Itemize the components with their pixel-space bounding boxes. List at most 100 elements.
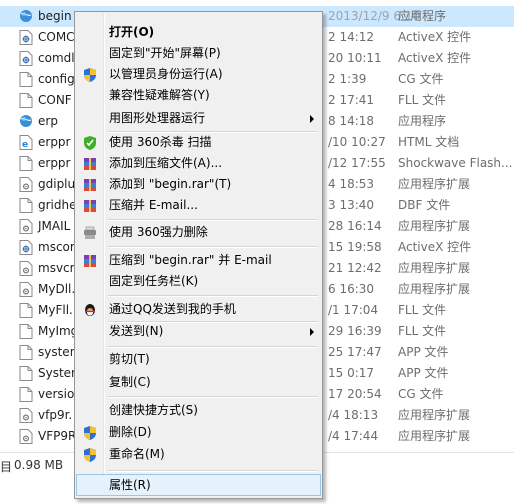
menu-item-compress-email[interactable]: 压缩并 E-mail... <box>77 195 320 216</box>
activex-file-icon <box>19 30 33 45</box>
uac-shield-icon <box>82 425 98 441</box>
menu-item-pin-start[interactable]: 固定到"开始"屏幕(P) <box>77 43 320 64</box>
menu-item-run-as-admin[interactable]: 以管理员身份运行(A) <box>77 64 320 85</box>
menu-item-label: 用图形处理器运行 <box>109 111 206 125</box>
ie-html-icon: e <box>19 135 33 150</box>
dll-file-icon <box>19 408 33 423</box>
menu-item-delete[interactable]: 删除(D) <box>77 422 320 443</box>
menu-item-rename[interactable]: 重命名(M) <box>77 444 320 465</box>
file-icon <box>19 93 33 108</box>
file-type: 应用程序扩展 <box>398 282 471 296</box>
file-name: MyImg <box>38 324 79 338</box>
file-type: ActiveX 控件 <box>398 51 472 65</box>
file-icon <box>19 345 33 360</box>
file-type: CG 文件 <box>398 72 444 86</box>
menu-separator <box>108 396 318 398</box>
file-icon <box>19 387 33 402</box>
menu-separator <box>108 346 318 348</box>
uac-shield-icon <box>82 67 98 83</box>
submenu-arrow-icon <box>310 115 314 123</box>
activex-file-icon <box>19 51 33 66</box>
menu-item-label: 压缩并 E-mail... <box>109 198 198 212</box>
file-date: 2 1:39 <box>328 72 367 86</box>
file-name: CONF <box>38 93 72 107</box>
menu-item-label: 固定到任务栏(K) <box>109 274 199 288</box>
status-left-text: 目 <box>0 460 13 474</box>
file-name: JMAIL <box>38 219 71 233</box>
globe-icon <box>19 114 33 129</box>
file-date: 17 20:54 <box>328 387 382 401</box>
file-name: msvcr <box>38 261 75 275</box>
file-type: ActiveX 控件 <box>398 30 472 44</box>
qq-penguin-icon <box>82 302 98 318</box>
file-name: versio <box>38 387 75 401</box>
file-name: erp <box>38 114 58 128</box>
menu-item-troubleshoot[interactable]: 兼容性疑难解答(Y) <box>77 85 320 106</box>
winrar-icon <box>82 156 98 172</box>
menu-item-open[interactable]: 打开(O) <box>77 22 320 43</box>
file-name: gdiplu <box>38 177 76 191</box>
menu-item-label: 创建快捷方式(S) <box>109 403 198 417</box>
menu-item-send-qq[interactable]: 通过QQ发送到我的手机 <box>77 299 320 320</box>
file-type: 应用程序 <box>398 9 447 23</box>
dll-file-icon <box>19 261 33 276</box>
activex-file-icon <box>19 240 33 255</box>
winrar-icon <box>82 253 98 269</box>
file-type: Shockwave Flash... <box>398 156 513 170</box>
file-type: HTML 文档 <box>398 135 460 149</box>
file-type: FLL 文件 <box>398 93 447 107</box>
menu-item-force-delete-360[interactable]: 使用 360强力删除 <box>77 222 320 243</box>
file-name: vfp9r. <box>38 408 73 422</box>
menu-item-properties[interactable]: 属性(R) <box>76 474 321 496</box>
menu-item-compress-rar-email[interactable]: 压缩到 "begin.rar" 并 E-mail <box>77 250 320 271</box>
file-date: 2 17:41 <box>328 93 375 107</box>
file-name: COMC <box>38 30 75 44</box>
menu-item-send-to[interactable]: 发送到(N) <box>77 321 320 342</box>
file-date: 6 16:30 <box>328 282 375 296</box>
file-date: 3 13:40 <box>328 198 375 212</box>
menu-item-label: 压缩到 "begin.rar" 并 E-mail <box>109 253 272 267</box>
file-name: MyDll. <box>38 282 76 296</box>
menu-item-create-shortcut[interactable]: 创建快捷方式(S) <box>77 400 320 421</box>
globe-icon <box>19 9 33 24</box>
file-name: config <box>38 72 75 86</box>
file-date: 21 12:42 <box>328 261 382 275</box>
file-type: 应用程序扩展 <box>398 429 471 443</box>
menu-item-label: 打开(O) <box>109 25 155 39</box>
menu-separator <box>108 246 318 248</box>
file-date: 15 19:58 <box>328 240 382 254</box>
file-date: 2 14:12 <box>328 30 375 44</box>
360-shield-icon <box>82 135 98 151</box>
file-type: APP 文件 <box>398 366 449 380</box>
file-type: APP 文件 <box>398 345 449 359</box>
menu-item-label: 使用 360杀毒 扫描 <box>109 135 212 149</box>
file-type: 应用程序扩展 <box>398 261 471 275</box>
uac-shield-icon <box>82 447 98 463</box>
menu-item-label: 复制(C) <box>109 375 151 389</box>
file-date: /10 10:27 <box>328 135 386 149</box>
menu-item-label: 剪切(T) <box>109 352 150 366</box>
file-type: 应用程序扩展 <box>398 219 471 233</box>
file-type: 应用程序扩展 <box>398 177 471 191</box>
menu-item-scan-360[interactable]: 使用 360杀毒 扫描 <box>77 132 320 153</box>
menu-item-add-rar[interactable]: 添加到 "begin.rar"(T) <box>77 174 320 195</box>
file-name: systen <box>38 345 78 359</box>
menu-separator <box>108 295 318 297</box>
file-type: FLL 文件 <box>398 303 447 317</box>
menu-item-label: 通过QQ发送到我的手机 <box>109 302 236 316</box>
file-date: 15 0:17 <box>328 366 375 380</box>
file-type: 应用程序扩展 <box>398 408 471 422</box>
winrar-icon <box>82 198 98 214</box>
menu-item-run-with-gpu[interactable]: 用图形处理器运行 <box>77 108 320 129</box>
menu-item-label: 使用 360强力删除 <box>109 225 208 239</box>
menu-item-copy[interactable]: 复制(C) <box>77 372 320 393</box>
file-date: 20 10:11 <box>328 51 382 65</box>
menu-item-label: 固定到"开始"屏幕(P) <box>109 46 221 60</box>
menu-item-cut[interactable]: 剪切(T) <box>77 349 320 370</box>
menu-item-add-archive[interactable]: 添加到压缩文件(A)... <box>77 153 320 174</box>
file-name: gridhe <box>38 198 77 212</box>
svg-text:e: e <box>22 140 28 150</box>
file-icon <box>19 366 33 381</box>
menu-item-pin-taskbar[interactable]: 固定到任务栏(K) <box>77 271 320 292</box>
file-name: erppr <box>38 156 71 170</box>
